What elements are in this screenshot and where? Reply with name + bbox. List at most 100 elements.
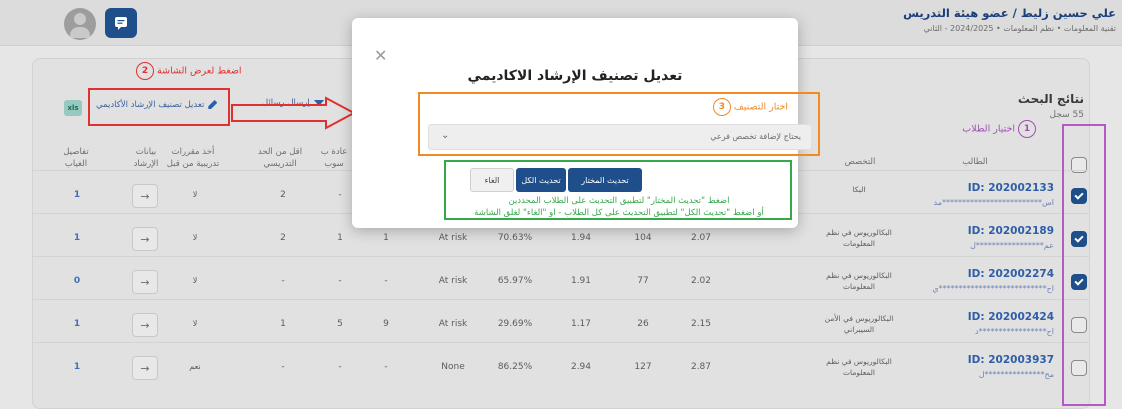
risk-status: None xyxy=(441,362,465,372)
pointer-arrow xyxy=(231,96,357,130)
repeat-value: - xyxy=(338,276,342,286)
guidance-arrow-button[interactable]: → xyxy=(132,270,158,294)
cell-value: 127 xyxy=(634,362,652,372)
cell-value: - xyxy=(384,276,388,286)
min-level-value: 2 xyxy=(280,233,286,243)
risk-status: At risk xyxy=(438,319,468,329)
cell-value: 1.94 xyxy=(570,233,592,243)
min-level-value: - xyxy=(281,276,285,286)
cell-value: - xyxy=(384,362,388,372)
courses-value: نعم xyxy=(189,362,201,371)
cell-value: 1.91 xyxy=(570,276,592,286)
guidance-arrow-button[interactable]: → xyxy=(132,227,158,251)
repeat-value: 5 xyxy=(337,319,343,329)
student-id: ID: 202002274 xyxy=(967,268,1054,280)
select-students-annotation: 1 اختيار الطلاب xyxy=(962,120,1036,138)
guidance-arrow-button[interactable]: → xyxy=(132,184,158,208)
repeat-value: - xyxy=(338,362,342,372)
cell-value: 2.02 xyxy=(690,276,712,286)
cell-value: 86.25% xyxy=(497,362,533,372)
repeat-value: - xyxy=(338,190,342,200)
edit-classification-modal: ✕ تعديل تصنيف الإرشاد الاكاديمي اختار ال… xyxy=(352,18,820,228)
classification-select[interactable]: يحتاج لإضافة تخصص فرعي ⌄ xyxy=(428,124,812,150)
cell-value: 2.07 xyxy=(690,233,712,243)
major: البكالوريوس في الأمن السيبراني xyxy=(824,314,894,334)
update-all-button[interactable]: تحديث الكل xyxy=(516,168,566,192)
student-name-masked: عم*****************ل xyxy=(970,241,1054,250)
messages-button[interactable] xyxy=(105,8,137,38)
step-1-badge: 1 xyxy=(1018,120,1036,138)
student-name-masked: اس*************************مد xyxy=(933,198,1054,207)
update-selected-button[interactable]: تحديث المختار xyxy=(568,168,642,192)
header-student: الطالب xyxy=(962,157,988,167)
instructions-line-2: أو اضغط "تحديث الكل" لتطبيق التحديث على … xyxy=(474,208,764,218)
cell-value: 65.97% xyxy=(497,276,533,286)
absence-value: 1 xyxy=(73,319,81,329)
absence-value: 1 xyxy=(73,233,81,243)
header-min-level: اقل من الحد التدريسي xyxy=(257,147,303,169)
close-icon[interactable]: ✕ xyxy=(374,46,387,65)
cell-value: 2.15 xyxy=(690,319,712,329)
major: البكالوريوس في نظم المعلومات xyxy=(826,271,892,291)
absence-value: 0 xyxy=(73,276,81,286)
cell-value: 70.63% xyxy=(497,233,533,243)
step-2-label: اضغط لعرض الشاشة xyxy=(157,65,242,77)
message-icon xyxy=(115,17,127,30)
courses-value: لا xyxy=(192,233,198,242)
student-name-masked: مح***************ل xyxy=(978,370,1054,379)
classification-label: اختار التصنيف xyxy=(733,101,788,113)
min-level-value: 1 xyxy=(280,319,286,329)
results-count: 55 سجل xyxy=(1049,110,1084,120)
header-guidance: بيانات الإرشاد xyxy=(133,147,159,169)
courses-value: لا xyxy=(192,276,198,285)
header-courses-prev: أخذ مقررات تدريبية من قبل xyxy=(166,147,220,169)
classification-highlight: اختار التصنيف 3 يحتاج لإضافة تخصص فرعي ⌄ xyxy=(418,92,820,156)
repeat-value: 1 xyxy=(337,233,343,243)
min-level-value: 2 xyxy=(280,190,286,200)
excel-icon: xls xyxy=(67,104,79,112)
student-name-masked: اح***************************ي xyxy=(932,284,1054,293)
avatar[interactable] xyxy=(64,8,96,40)
guidance-arrow-button[interactable]: → xyxy=(132,356,158,380)
guidance-arrow-button[interactable]: → xyxy=(132,313,158,337)
student-id: ID: 202003937 xyxy=(967,354,1054,366)
cell-value: 2.87 xyxy=(690,362,712,372)
page: علي حسين زليط / عضو هيئة التدريس تقنية ا… xyxy=(0,0,1122,409)
header-major: التخصص xyxy=(844,157,876,167)
risk-status: At risk xyxy=(438,233,468,243)
student-name-masked: اح*****************د xyxy=(975,327,1054,336)
risk-status: At risk xyxy=(438,276,468,286)
step-2-annotation: اضغط لعرض الشاشة 2 xyxy=(136,62,242,80)
step-2-badge: 2 xyxy=(136,62,154,80)
courses-value: لا xyxy=(192,190,198,199)
cell-value: 104 xyxy=(634,233,652,243)
cell-value: 2.94 xyxy=(570,362,592,372)
checkbox-column-highlight xyxy=(1062,124,1106,406)
chevron-down-icon: ⌄ xyxy=(441,130,450,141)
cell-value: 9 xyxy=(383,319,389,329)
absence-value: 1 xyxy=(73,190,81,200)
student-id: ID: 202002133 xyxy=(967,182,1054,194)
absence-value: 1 xyxy=(73,362,81,372)
header-absence: تفاصيل الغياب xyxy=(63,147,89,169)
modal-title: تعديل تصنيف الإرشاد الاكاديمي xyxy=(467,68,683,84)
instructions-line-1: اضغط "تحديث المختار" لتطبيق التحديث على … xyxy=(508,196,730,206)
classification-label-wrap: اختار التصنيف 3 xyxy=(712,98,788,116)
edit-button-highlight xyxy=(88,88,230,126)
cell-value: 26 xyxy=(637,319,649,329)
excel-export-button[interactable]: xls xyxy=(64,100,82,116)
cell-value: 1 xyxy=(383,233,389,243)
select-students-label: اختيار الطلاب xyxy=(962,123,1015,135)
user-name: علي حسين زليط / عضو هيئة التدريس xyxy=(903,6,1116,20)
student-id: ID: 202002424 xyxy=(967,311,1054,323)
cell-value: 77 xyxy=(637,276,649,286)
user-context: تقنية المعلومات • نظم المعلومات • 2024/2… xyxy=(923,24,1116,33)
courses-value: لا xyxy=(192,319,198,328)
results-title: نتائج البحث xyxy=(1017,92,1084,106)
cell-value: 1.17 xyxy=(570,319,592,329)
header-repeat: عادة ب سوب xyxy=(320,147,348,169)
major: البكا xyxy=(852,185,866,194)
cell-value: 29.69% xyxy=(497,319,533,329)
cancel-button[interactable]: الغاء xyxy=(470,168,514,192)
actions-highlight: تحديث المختار تحديث الكل الغاء اضغط "تحد… xyxy=(444,160,792,220)
